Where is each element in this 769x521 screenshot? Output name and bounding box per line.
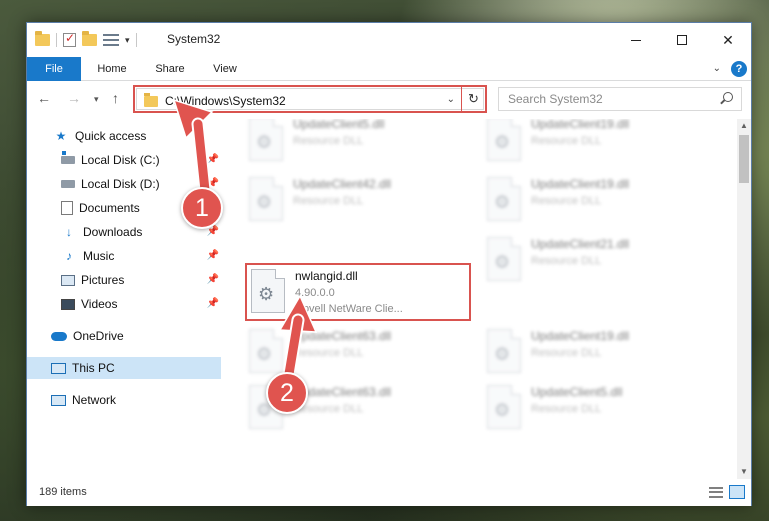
step-2-badge: 2	[266, 372, 308, 414]
annotation-arrows	[172, 98, 318, 387]
step-1-badge: 1	[181, 187, 223, 229]
